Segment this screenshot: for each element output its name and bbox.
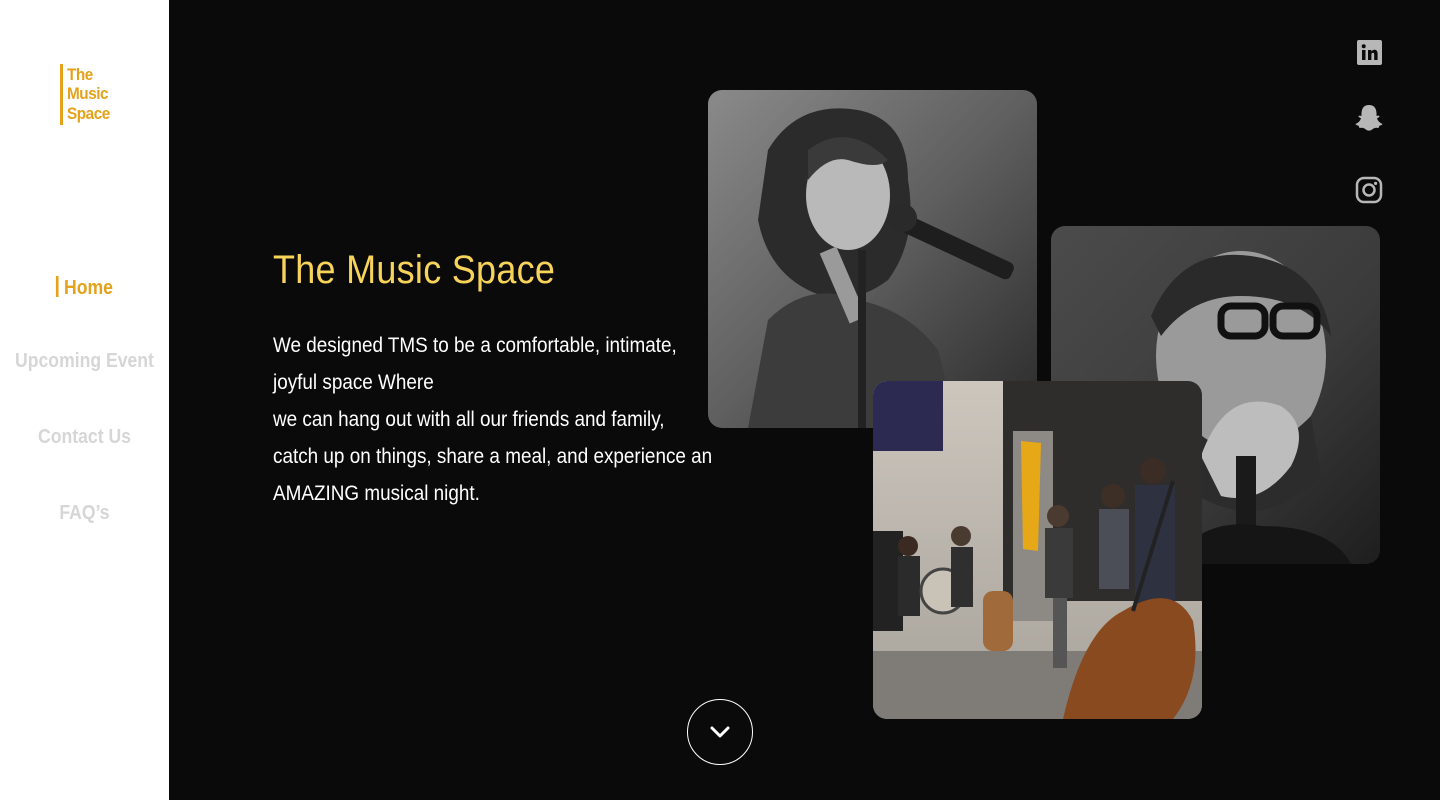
scroll-down-button[interactable] xyxy=(687,699,753,765)
linkedin-icon[interactable] xyxy=(1354,38,1384,68)
chevron-down-icon xyxy=(710,726,730,738)
sidebar: The Music Space Home Upcoming Event Cont… xyxy=(0,0,169,800)
hero-line: AMAZING musical night. xyxy=(273,482,480,505)
logo-bar xyxy=(60,64,63,125)
logo-line-3: Space xyxy=(67,104,110,123)
hero-line: catch up on things, share a meal, and ex… xyxy=(273,445,713,468)
hero-line: We designed TMS to be a comfortable, int… xyxy=(273,334,677,357)
instagram-icon[interactable] xyxy=(1354,175,1384,205)
nav-item-faqs[interactable]: FAQ’s xyxy=(10,502,159,525)
hero-title: The Music Space xyxy=(273,248,556,292)
nav-item-home[interactable]: Home xyxy=(10,276,159,300)
logo[interactable]: The Music Space xyxy=(60,64,130,126)
snapchat-icon[interactable] xyxy=(1354,103,1384,133)
nav-item-contact-us[interactable]: Contact Us xyxy=(10,426,159,449)
photo-band xyxy=(873,381,1202,719)
active-indicator xyxy=(56,276,59,297)
hero-description: We designed TMS to be a comfortable, int… xyxy=(273,327,723,512)
hero-line: we can hang out with all our friends and… xyxy=(273,408,665,431)
hero-line: joyful space Where xyxy=(273,371,434,394)
nav-item-upcoming-event[interactable]: Upcoming Event xyxy=(10,350,159,373)
logo-line-2: Music xyxy=(67,84,109,103)
logo-line-1: The xyxy=(67,65,93,84)
nav-item-label: Home xyxy=(63,277,113,299)
photo-singer xyxy=(708,90,1037,428)
